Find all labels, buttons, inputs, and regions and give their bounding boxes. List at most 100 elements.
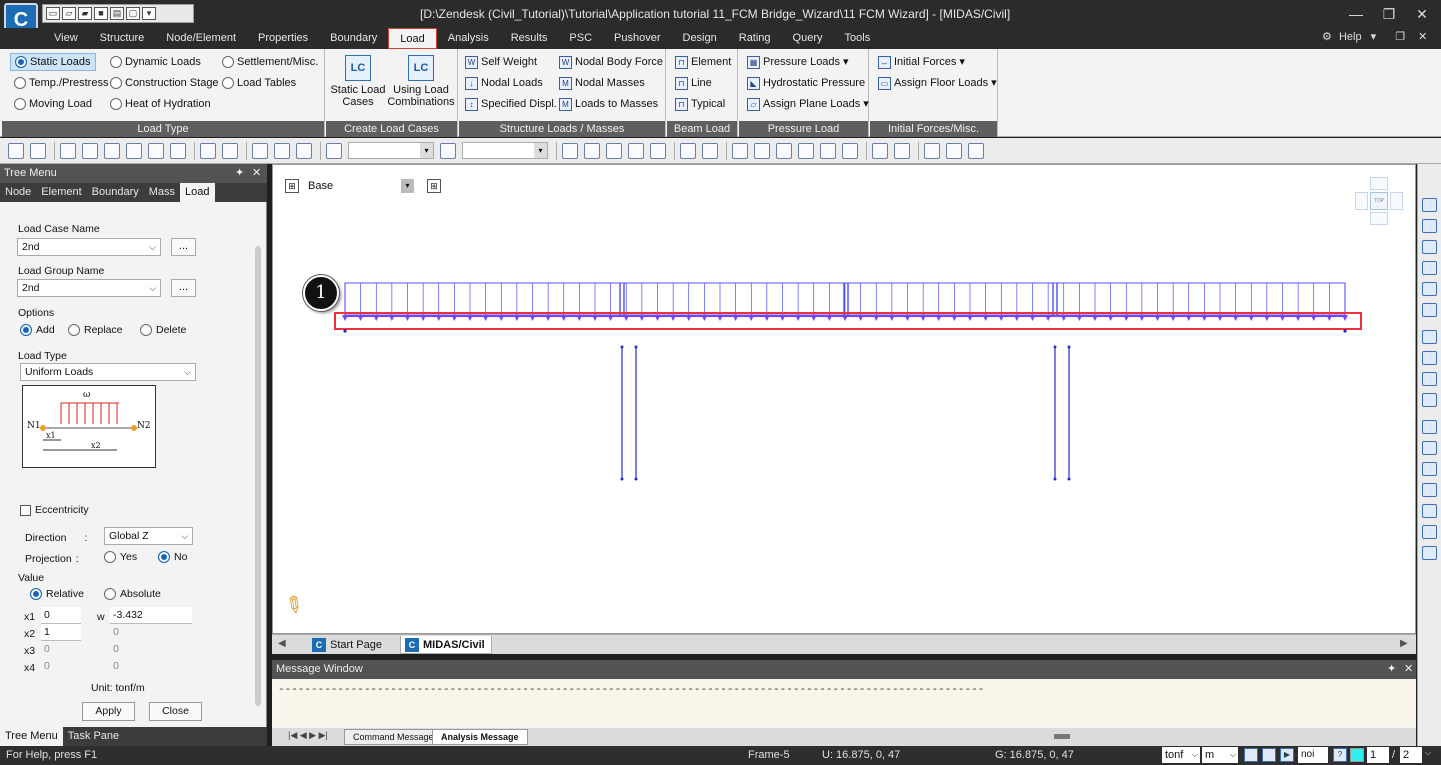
view-cube-top[interactable]: TOP: [1370, 192, 1388, 210]
rotate-left-icon[interactable]: [1422, 198, 1437, 212]
specified-displ-button[interactable]: ↕ Specified Displ.: [465, 95, 557, 113]
restore-button[interactable]: ❐: [1375, 4, 1403, 24]
hide-icon[interactable]: [702, 143, 718, 159]
close-panel-icon[interactable]: ✕: [252, 164, 261, 183]
new-file-icon[interactable]: ▭: [46, 7, 60, 20]
display-element-icon[interactable]: [584, 143, 600, 159]
tree-tab-node[interactable]: Node: [0, 183, 36, 202]
menu-tab-results[interactable]: Results: [500, 28, 559, 49]
scroll-right-icon[interactable]: ▶: [1400, 638, 1408, 649]
page-input[interactable]: 1: [1367, 747, 1389, 763]
tab-command-message[interactable]: Command Message: [344, 729, 443, 745]
activate-icon[interactable]: [924, 143, 940, 159]
select-window-icon[interactable]: [60, 143, 76, 159]
eccentricity-checkbox[interactable]: Eccentricity: [20, 504, 89, 516]
load-display-icon[interactable]: [650, 143, 666, 159]
front-view-icon[interactable]: [1422, 240, 1437, 254]
move-view-icon[interactable]: [1422, 441, 1437, 455]
close-button[interactable]: Close: [149, 702, 202, 721]
print-icon[interactable]: ▤: [110, 7, 124, 20]
force-unit-select[interactable]: tonf ⌵: [1162, 747, 1200, 763]
pin-icon[interactable]: ✦: [235, 164, 244, 183]
play-icon[interactable]: ▶: [1280, 748, 1294, 762]
restore-doc-icon[interactable]: ❐: [1395, 31, 1405, 43]
load-case-name-select[interactable]: 2nd ⌵: [17, 238, 161, 256]
assign-floor-loads-button[interactable]: ▭ Assign Floor Loads ▾: [878, 74, 997, 92]
tree-tab-boundary[interactable]: Boundary: [87, 183, 144, 202]
select-previous-icon[interactable]: [222, 143, 238, 159]
tree-tab-element[interactable]: Element: [36, 183, 86, 202]
model-view-canvas[interactable]: ⊞ Base ▾ ⊞ 1 TOP ✎: [272, 164, 1416, 634]
view-grid-icon[interactable]: ⊞: [285, 179, 299, 193]
w1-input[interactable]: -3.432: [110, 607, 192, 624]
hydrostatic-pressure-button[interactable]: ◣ Hydrostatic Pressure: [747, 74, 865, 92]
option-select[interactable]: noi: [1298, 747, 1328, 763]
menu-tab-properties[interactable]: Properties: [247, 28, 319, 49]
zoom-in-icon[interactable]: [1422, 504, 1437, 518]
dynamic-loads-option[interactable]: Dynamic Loads: [110, 53, 201, 71]
tree-tab-mass[interactable]: Mass: [144, 183, 180, 202]
minimize-button[interactable]: —: [1342, 4, 1370, 24]
load-group-name-select[interactable]: 2nd ⌵: [17, 279, 161, 297]
message-scrollbar[interactable]: [1054, 734, 1070, 739]
pointer-icon[interactable]: [326, 143, 342, 159]
absolute-option[interactable]: Absolute: [104, 588, 161, 600]
tab-analysis-message[interactable]: Analysis Message: [432, 729, 528, 745]
moving-load-option[interactable]: Moving Load: [14, 95, 92, 113]
loads-to-masses-button[interactable]: M Loads to Masses: [559, 95, 658, 113]
node-number-icon[interactable]: [872, 143, 888, 159]
select-volume-icon[interactable]: [274, 143, 290, 159]
static-load-cases-button[interactable]: LC Static Load Cases: [330, 55, 386, 108]
open-folder-icon[interactable]: ▰: [78, 7, 92, 20]
view-cube-face[interactable]: [1370, 177, 1388, 190]
screen-icon[interactable]: [820, 143, 836, 159]
menu-tab-rating[interactable]: Rating: [728, 28, 782, 49]
panel-tab-task-pane[interactable]: Task Pane: [63, 727, 124, 746]
mirror-icon[interactable]: [606, 143, 622, 159]
element-filter-combo[interactable]: ▾: [462, 142, 548, 159]
select-all-icon[interactable]: [170, 143, 186, 159]
undo-icon[interactable]: [8, 143, 24, 159]
add-option[interactable]: Add: [20, 324, 55, 336]
view-cube-face[interactable]: [1355, 192, 1368, 210]
view-dropdown-icon[interactable]: ▾: [401, 179, 414, 193]
initial-forces-button[interactable]: ↔ Initial Forces ▾: [878, 53, 965, 71]
pan-view-icon[interactable]: [1422, 372, 1437, 386]
menu-tab-query[interactable]: Query: [782, 28, 834, 49]
unselect-icon[interactable]: [200, 143, 216, 159]
assign-plane-loads-button[interactable]: ▱ Assign Plane Loads ▾: [747, 95, 869, 113]
rotate-view-icon[interactable]: [776, 143, 792, 159]
menu-tab-tools[interactable]: Tools: [834, 28, 882, 49]
display-node-icon[interactable]: [562, 143, 578, 159]
pressure-loads-button[interactable]: ▦ Pressure Loads ▾: [747, 53, 849, 71]
select-element-icon[interactable]: [126, 143, 142, 159]
pin-icon[interactable]: ✦: [1387, 660, 1396, 679]
save-icon[interactable]: ■: [94, 7, 108, 20]
refresh-icon[interactable]: [680, 143, 696, 159]
fit-icon[interactable]: [732, 143, 748, 159]
self-weight-button[interactable]: W Self Weight: [465, 53, 537, 71]
relative-option[interactable]: Relative: [30, 588, 84, 600]
iso-view-icon[interactable]: [1422, 303, 1437, 317]
x1-input[interactable]: 0: [41, 607, 81, 624]
perspective-icon[interactable]: [1422, 351, 1437, 365]
help-query-icon[interactable]: ?: [1333, 748, 1347, 762]
element-number-icon[interactable]: [894, 143, 910, 159]
close-doc-icon[interactable]: ✕: [1418, 31, 1427, 43]
apply-button[interactable]: Apply: [82, 702, 135, 721]
heat-of-hydration-option[interactable]: Heat of Hydration: [110, 95, 211, 113]
top-view-icon[interactable]: [1422, 330, 1437, 344]
settlement-option[interactable]: Settlement/Misc.: [222, 53, 318, 71]
menu-tab-node-element[interactable]: Node/Element: [155, 28, 247, 49]
menu-tab-view[interactable]: View: [43, 28, 89, 49]
nodal-body-force-button[interactable]: W Nodal Body Force: [559, 53, 663, 71]
grid-snap-icon[interactable]: [1262, 748, 1276, 762]
x2-input[interactable]: 1: [41, 624, 81, 641]
tree-tab-load[interactable]: Load: [180, 183, 215, 202]
element-beam-load-button[interactable]: ⊓ Element: [675, 53, 731, 71]
unlock-icon[interactable]: [968, 143, 984, 159]
tree-view-icon[interactable]: [82, 143, 98, 159]
open-file-icon[interactable]: ▱: [62, 7, 76, 20]
view-cube-face[interactable]: [1390, 192, 1403, 210]
projection-no-option[interactable]: No: [158, 551, 187, 563]
